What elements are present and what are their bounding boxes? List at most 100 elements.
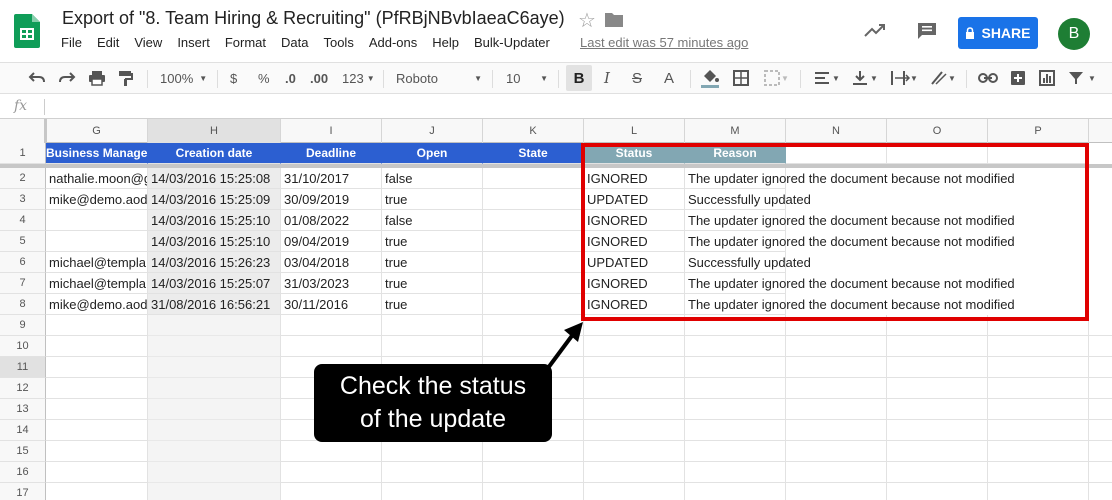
undo-icon[interactable] [28,63,46,93]
header-state[interactable]: State [483,143,584,164]
menu-tools[interactable]: Tools [323,35,353,50]
zoom-select[interactable]: 100% ▼ [160,63,207,93]
text-wrap-icon[interactable]: ▼ [890,63,918,93]
header-creation-date[interactable]: Creation date [148,143,281,164]
increase-decimal-button[interactable]: .00 [310,63,328,93]
table-cell-state[interactable] [483,273,584,294]
table-cell-deadline[interactable]: 09/04/2019 [281,231,382,252]
column-header-k[interactable]: K [483,119,584,143]
column-header-j[interactable]: J [382,119,483,143]
folder-icon[interactable] [605,12,623,27]
font-select[interactable]: Roboto ▼ [396,63,488,93]
row-header[interactable]: 6 [0,252,46,273]
row-header[interactable]: 4 [0,210,46,231]
column-header-n[interactable]: N [786,119,887,143]
table-cell-deadline[interactable]: 30/11/2016 [281,294,382,315]
table-cell-creation[interactable]: 31/08/2016 16:56:21 [148,294,281,315]
row-header[interactable]: 7 [0,273,46,294]
menu-data[interactable]: Data [281,35,308,50]
fill-color-icon[interactable] [700,63,720,93]
row-header[interactable]: 12 [0,378,46,399]
column-header-l[interactable]: L [584,119,685,143]
filter-icon[interactable]: ▼ [1068,63,1098,93]
menu-view[interactable]: View [134,35,162,50]
percent-format-button[interactable]: % [258,63,270,93]
activity-trend-icon[interactable] [864,22,886,38]
table-cell-state[interactable] [483,210,584,231]
redo-icon[interactable] [58,63,76,93]
row-header[interactable]: 10 [0,336,46,357]
table-cell-open[interactable]: true [382,273,483,294]
menu-help[interactable]: Help [432,35,459,50]
table-cell-manager[interactable]: mike@demo.aod [46,189,148,210]
column-header-g[interactable]: G [46,119,148,143]
table-cell-state[interactable] [483,252,584,273]
insert-chart-icon[interactable] [1039,63,1055,93]
menu-addons[interactable]: Add-ons [369,35,417,50]
currency-format-button[interactable]: $ [230,63,237,93]
table-cell-creation[interactable]: 14/03/2016 15:25:10 [148,231,281,252]
comment-icon[interactable] [916,21,938,41]
menu-format[interactable]: Format [225,35,266,50]
table-cell-deadline[interactable]: 03/04/2018 [281,252,382,273]
text-rotation-icon[interactable]: ▼ [930,63,956,93]
number-format-select[interactable]: 123 ▼ [342,63,375,93]
column-header-h[interactable]: H [148,119,281,143]
table-cell-deadline[interactable]: 30/09/2019 [281,189,382,210]
table-cell-creation[interactable]: 14/03/2016 15:25:09 [148,189,281,210]
menu-edit[interactable]: Edit [97,35,119,50]
row-header[interactable]: 9 [0,315,46,336]
print-icon[interactable] [88,63,106,93]
row-header[interactable]: 16 [0,462,46,483]
table-cell-state[interactable] [483,231,584,252]
paint-format-icon[interactable] [118,63,134,93]
table-cell-deadline[interactable]: 01/08/2022 [281,210,382,231]
table-cell-deadline[interactable]: 31/03/2023 [281,273,382,294]
table-cell-creation[interactable]: 14/03/2016 15:25:08 [148,168,281,189]
row-header[interactable]: 1 [0,143,46,164]
document-title[interactable]: Export of "8. Team Hiring & Recruiting" … [62,8,565,29]
column-header-p[interactable]: P [988,119,1089,143]
share-button[interactable]: SHARE [958,17,1038,49]
table-cell-open[interactable]: true [382,189,483,210]
borders-icon[interactable] [733,63,749,93]
table-cell-manager[interactable]: nathalie.moon@g [46,168,148,189]
select-all-corner[interactable] [0,119,46,143]
italic-button[interactable]: I [604,63,610,93]
header-open[interactable]: Open [382,143,483,164]
menu-file[interactable]: File [61,35,82,50]
table-cell-creation[interactable]: 14/03/2016 15:25:10 [148,210,281,231]
table-cell-open[interactable]: false [382,168,483,189]
star-icon[interactable]: ☆ [578,8,596,33]
table-cell-open[interactable]: true [382,252,483,273]
row-header[interactable]: 17 [0,483,46,500]
vertical-align-icon[interactable]: ▼ [852,63,878,93]
row-header[interactable]: 3 [0,189,46,210]
row-header[interactable]: 11 [0,357,46,378]
avatar[interactable]: B [1058,18,1090,50]
table-cell-creation[interactable]: 14/03/2016 15:26:23 [148,252,281,273]
table-cell-state[interactable] [483,294,584,315]
table-cell-creation[interactable]: 14/03/2016 15:25:07 [148,273,281,294]
row-header[interactable]: 14 [0,420,46,441]
header-deadline[interactable]: Deadline [281,143,382,164]
table-cell-state[interactable] [483,189,584,210]
row-header[interactable]: 8 [0,294,46,315]
table-cell-manager[interactable]: michael@templa [46,273,148,294]
decrease-decimal-button[interactable]: .0 [285,63,296,93]
column-header-i[interactable]: I [281,119,382,143]
bold-button[interactable]: B [566,65,592,91]
last-edit-link[interactable]: Last edit was 57 minutes ago [580,35,748,50]
column-header-m[interactable]: M [685,119,786,143]
align-left-icon[interactable]: ▼ [814,63,840,93]
table-cell-open[interactable]: true [382,294,483,315]
row-header[interactable]: 13 [0,399,46,420]
table-cell-deadline[interactable]: 31/10/2017 [281,168,382,189]
text-color-button[interactable]: A [664,63,674,93]
merge-cells-icon[interactable]: ▼ [764,63,788,93]
row-header[interactable]: 2 [0,168,46,189]
row-header[interactable]: 15 [0,441,46,462]
table-cell-manager[interactable]: michael@templa [46,252,148,273]
table-cell-manager[interactable]: mike@demo.aod [46,294,148,315]
insert-comment-icon[interactable] [1010,63,1026,93]
